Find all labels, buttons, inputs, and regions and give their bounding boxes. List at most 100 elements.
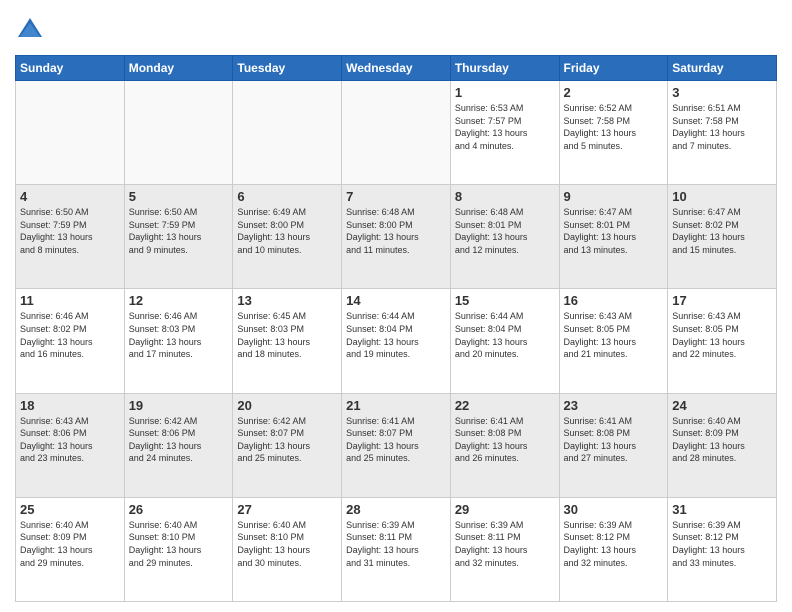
calendar-week-2: 4 Sunrise: 6:50 AM Sunset: 7:59 PM Daylig…: [16, 185, 777, 289]
calendar-cell: 16 Sunrise: 6:43 AM Sunset: 8:05 PM Dayli…: [559, 289, 668, 393]
page: SundayMondayTuesdayWednesdayThursdayFrid…: [0, 0, 792, 612]
day-info: Sunrise: 6:39 AM Sunset: 8:11 PM Dayligh…: [346, 519, 446, 569]
day-info: Sunrise: 6:46 AM Sunset: 8:03 PM Dayligh…: [129, 310, 229, 360]
calendar-cell: 8 Sunrise: 6:48 AM Sunset: 8:01 PM Daylig…: [450, 185, 559, 289]
calendar-cell: 29Sunrise: 6:39 AM Sunset: 8:11 PM Dayli…: [450, 497, 559, 601]
weekday-header-tuesday: Tuesday: [233, 56, 342, 81]
day-number: 26: [129, 502, 229, 517]
calendar-cell: 3 Sunrise: 6:51 AM Sunset: 7:58 PM Daylig…: [668, 81, 777, 185]
day-number: 19: [129, 398, 229, 413]
day-number: 1: [455, 85, 555, 100]
calendar-cell: 13Sunrise: 6:45 AM Sunset: 8:03 PM Dayli…: [233, 289, 342, 393]
calendar-cell: 12 Sunrise: 6:46 AM Sunset: 8:03 PM Dayli…: [124, 289, 233, 393]
day-number: 4: [20, 189, 120, 204]
day-info: Sunrise: 6:41 AM Sunset: 8:08 PM Dayligh…: [564, 415, 664, 465]
day-info: Sunrise: 6:39 AM Sunset: 8:12 PM Dayligh…: [564, 519, 664, 569]
weekday-header-saturday: Saturday: [668, 56, 777, 81]
calendar-cell: 6 Sunrise: 6:49 AM Sunset: 8:00 PM Daylig…: [233, 185, 342, 289]
day-number: 2: [564, 85, 664, 100]
calendar-cell: [124, 81, 233, 185]
calendar-table: SundayMondayTuesdayWednesdayThursdayFrid…: [15, 55, 777, 602]
calendar-cell: 25 Sunrise: 6:40 AM Sunset: 8:09 PM Dayli…: [16, 497, 125, 601]
calendar-cell: 17Sunrise: 6:43 AM Sunset: 8:05 PM Dayli…: [668, 289, 777, 393]
day-number: 18: [20, 398, 120, 413]
day-number: 23: [564, 398, 664, 413]
day-info: Sunrise: 6:40 AM Sunset: 8:10 PM Dayligh…: [237, 519, 337, 569]
calendar-week-3: 11 Sunrise: 6:46 AM Sunset: 8:02 PM Dayli…: [16, 289, 777, 393]
calendar-cell: 27 Sunrise: 6:40 AM Sunset: 8:10 PM Dayli…: [233, 497, 342, 601]
calendar-cell: 7Sunrise: 6:48 AM Sunset: 8:00 PM Daylig…: [342, 185, 451, 289]
weekday-header-friday: Friday: [559, 56, 668, 81]
calendar-cell: 20 Sunrise: 6:42 AM Sunset: 8:07 PM Dayli…: [233, 393, 342, 497]
day-info: Sunrise: 6:51 AM Sunset: 7:58 PM Dayligh…: [672, 102, 772, 152]
day-info: Sunrise: 6:43 AM Sunset: 8:06 PM Dayligh…: [20, 415, 120, 465]
calendar-cell: 15Sunrise: 6:44 AM Sunset: 8:04 PM Dayli…: [450, 289, 559, 393]
calendar-cell: 18 Sunrise: 6:43 AM Sunset: 8:06 PM Dayli…: [16, 393, 125, 497]
calendar-cell: 31Sunrise: 6:39 AM Sunset: 8:12 PM Dayli…: [668, 497, 777, 601]
day-info: Sunrise: 6:45 AM Sunset: 8:03 PM Dayligh…: [237, 310, 337, 360]
calendar-cell: [342, 81, 451, 185]
day-number: 16: [564, 293, 664, 308]
calendar-cell: 26 Sunrise: 6:40 AM Sunset: 8:10 PM Dayli…: [124, 497, 233, 601]
calendar-cell: 2 Sunrise: 6:52 AM Sunset: 7:58 PM Daylig…: [559, 81, 668, 185]
calendar-cell: 22 Sunrise: 6:41 AM Sunset: 8:08 PM Dayli…: [450, 393, 559, 497]
day-number: 27: [237, 502, 337, 517]
calendar-cell: 4 Sunrise: 6:50 AM Sunset: 7:59 PM Daylig…: [16, 185, 125, 289]
calendar-cell: 11 Sunrise: 6:46 AM Sunset: 8:02 PM Dayli…: [16, 289, 125, 393]
day-number: 3: [672, 85, 772, 100]
day-number: 14: [346, 293, 446, 308]
calendar-cell: 23 Sunrise: 6:41 AM Sunset: 8:08 PM Dayli…: [559, 393, 668, 497]
calendar-cell: 9 Sunrise: 6:47 AM Sunset: 8:01 PM Daylig…: [559, 185, 668, 289]
day-info: Sunrise: 6:41 AM Sunset: 8:07 PM Dayligh…: [346, 415, 446, 465]
day-info: Sunrise: 6:50 AM Sunset: 7:59 PM Dayligh…: [20, 206, 120, 256]
day-number: 6: [237, 189, 337, 204]
day-number: 29: [455, 502, 555, 517]
day-info: Sunrise: 6:52 AM Sunset: 7:58 PM Dayligh…: [564, 102, 664, 152]
day-info: Sunrise: 6:39 AM Sunset: 8:12 PM Dayligh…: [672, 519, 772, 569]
day-info: Sunrise: 6:41 AM Sunset: 8:08 PM Dayligh…: [455, 415, 555, 465]
day-info: Sunrise: 6:48 AM Sunset: 8:00 PM Dayligh…: [346, 206, 446, 256]
calendar-cell: 21Sunrise: 6:41 AM Sunset: 8:07 PM Dayli…: [342, 393, 451, 497]
weekday-header-monday: Monday: [124, 56, 233, 81]
day-number: 20: [237, 398, 337, 413]
day-number: 24: [672, 398, 772, 413]
day-number: 5: [129, 189, 229, 204]
day-info: Sunrise: 6:42 AM Sunset: 8:06 PM Dayligh…: [129, 415, 229, 465]
day-number: 30: [564, 502, 664, 517]
day-info: Sunrise: 6:40 AM Sunset: 8:09 PM Dayligh…: [20, 519, 120, 569]
day-info: Sunrise: 6:48 AM Sunset: 8:01 PM Dayligh…: [455, 206, 555, 256]
day-info: Sunrise: 6:43 AM Sunset: 8:05 PM Dayligh…: [564, 310, 664, 360]
calendar-cell: 30 Sunrise: 6:39 AM Sunset: 8:12 PM Dayli…: [559, 497, 668, 601]
calendar-cell: 19 Sunrise: 6:42 AM Sunset: 8:06 PM Dayli…: [124, 393, 233, 497]
day-number: 8: [455, 189, 555, 204]
day-info: Sunrise: 6:49 AM Sunset: 8:00 PM Dayligh…: [237, 206, 337, 256]
calendar-cell: 14 Sunrise: 6:44 AM Sunset: 8:04 PM Dayli…: [342, 289, 451, 393]
day-number: 28: [346, 502, 446, 517]
day-number: 9: [564, 189, 664, 204]
day-number: 11: [20, 293, 120, 308]
calendar-cell: 10Sunrise: 6:47 AM Sunset: 8:02 PM Dayli…: [668, 185, 777, 289]
day-number: 12: [129, 293, 229, 308]
day-info: Sunrise: 6:42 AM Sunset: 8:07 PM Dayligh…: [237, 415, 337, 465]
weekday-header-sunday: Sunday: [16, 56, 125, 81]
calendar-week-5: 25 Sunrise: 6:40 AM Sunset: 8:09 PM Dayli…: [16, 497, 777, 601]
logo: [15, 15, 49, 45]
day-info: Sunrise: 6:46 AM Sunset: 8:02 PM Dayligh…: [20, 310, 120, 360]
day-info: Sunrise: 6:50 AM Sunset: 7:59 PM Dayligh…: [129, 206, 229, 256]
weekday-header-wednesday: Wednesday: [342, 56, 451, 81]
calendar-cell: 28 Sunrise: 6:39 AM Sunset: 8:11 PM Dayli…: [342, 497, 451, 601]
calendar-cell: 1 Sunrise: 6:53 AM Sunset: 7:57 PM Daylig…: [450, 81, 559, 185]
calendar-cell: [16, 81, 125, 185]
day-info: Sunrise: 6:53 AM Sunset: 7:57 PM Dayligh…: [455, 102, 555, 152]
day-info: Sunrise: 6:44 AM Sunset: 8:04 PM Dayligh…: [346, 310, 446, 360]
header: [15, 15, 777, 45]
calendar-week-1: 1 Sunrise: 6:53 AM Sunset: 7:57 PM Daylig…: [16, 81, 777, 185]
weekday-header-row: SundayMondayTuesdayWednesdayThursdayFrid…: [16, 56, 777, 81]
day-info: Sunrise: 6:40 AM Sunset: 8:10 PM Dayligh…: [129, 519, 229, 569]
day-number: 25: [20, 502, 120, 517]
calendar-cell: 5 Sunrise: 6:50 AM Sunset: 7:59 PM Daylig…: [124, 185, 233, 289]
day-info: Sunrise: 6:47 AM Sunset: 8:01 PM Dayligh…: [564, 206, 664, 256]
day-info: Sunrise: 6:40 AM Sunset: 8:09 PM Dayligh…: [672, 415, 772, 465]
calendar-cell: [233, 81, 342, 185]
day-number: 22: [455, 398, 555, 413]
